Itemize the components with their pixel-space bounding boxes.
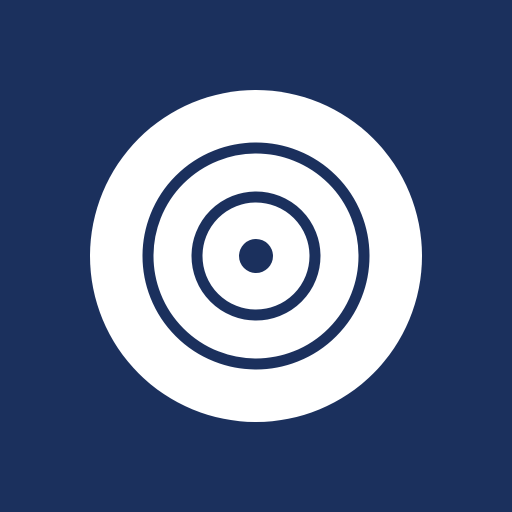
center-dot xyxy=(239,239,273,273)
app-icon-canvas xyxy=(0,0,512,512)
target-icon xyxy=(0,0,512,512)
